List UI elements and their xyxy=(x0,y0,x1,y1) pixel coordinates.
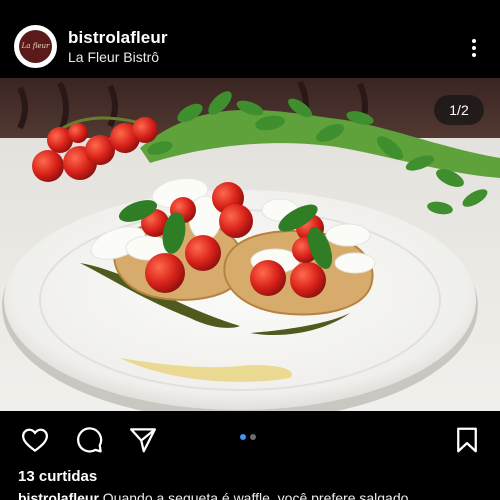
post-header: La fleur bistrolafleur La Fleur Bistrô xyxy=(0,0,500,78)
food-photo xyxy=(0,78,500,411)
likes-count[interactable]: 13 curtidas xyxy=(18,468,97,485)
bookmark-icon xyxy=(457,427,477,453)
image-counter: 1/2 xyxy=(434,95,484,125)
avatar[interactable]: La fleur xyxy=(14,25,57,68)
caption-text: Quando a sequeta é waffle, você prefere … xyxy=(98,490,421,500)
like-button[interactable] xyxy=(20,425,50,455)
avatar-logo: La fleur xyxy=(19,30,52,63)
avatar-logo-text: La fleur xyxy=(21,42,50,50)
post-image[interactable] xyxy=(0,78,500,411)
more-options-button[interactable] xyxy=(462,36,486,60)
more-vertical-icon xyxy=(472,39,476,43)
heart-icon xyxy=(21,428,49,453)
caption-username[interactable]: bistrolafleur xyxy=(18,490,99,500)
location-subtitle[interactable]: La Fleur Bistrô xyxy=(68,49,159,65)
carousel-dot-active xyxy=(240,434,246,440)
share-button[interactable] xyxy=(128,425,158,455)
carousel-dot xyxy=(250,434,256,440)
comment-button[interactable] xyxy=(74,425,104,455)
username[interactable]: bistrolafleur xyxy=(68,28,168,48)
send-icon xyxy=(130,428,156,453)
carousel-indicator xyxy=(240,434,256,440)
save-button[interactable] xyxy=(452,425,482,455)
comment-icon xyxy=(77,427,103,453)
post-caption: bistrolafleur Quando a sequeta é waffle,… xyxy=(18,490,420,500)
